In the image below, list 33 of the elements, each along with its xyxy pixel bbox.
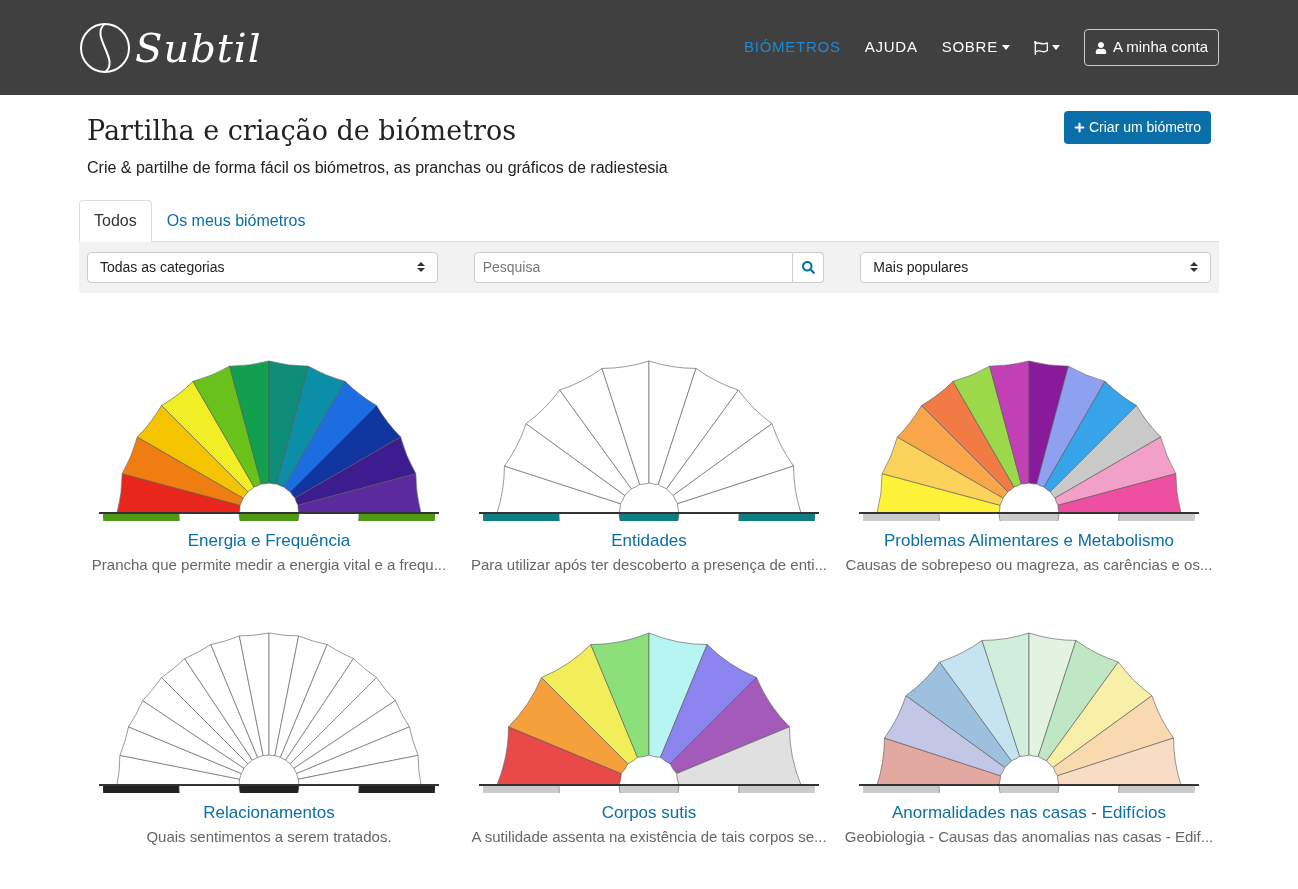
nav-link[interactable]: SOBRE xyxy=(941,36,1010,59)
card-title[interactable]: Energia e Frequência xyxy=(187,528,351,553)
account-button[interactable]: A minha conta xyxy=(1083,29,1219,66)
card-title[interactable]: Entidades xyxy=(611,528,687,553)
card-title[interactable]: Problemas Alimentares e Metabolismo xyxy=(883,528,1175,553)
card-title[interactable]: Relacionamentos xyxy=(203,800,335,825)
language-menu[interactable] xyxy=(1033,40,1060,55)
card-description: Prancha que permite medir a energia vital e a frequ... xyxy=(91,554,447,575)
logo-text[interactable]: Subtil xyxy=(135,17,262,78)
search-icon xyxy=(801,260,815,274)
card-description: Quais sentimentos a serem tratados. xyxy=(146,826,392,847)
select-arrows-icon xyxy=(416,261,425,273)
card-description: Causas de sobrepeso ou magreza, as carências e os... xyxy=(845,554,1213,575)
create-button[interactable]: Criar um biómetro xyxy=(1063,111,1211,144)
page-title: Partilha e criação de biómetros xyxy=(87,114,517,148)
plus-icon xyxy=(1073,122,1085,133)
page-subtitle: Crie & partilhe de forma fácil os biómetros, as pranchas ou gráficos de radiestesia xyxy=(87,157,668,178)
caret-icon xyxy=(1051,45,1060,50)
user-icon xyxy=(1094,41,1107,54)
tab[interactable]: Os meus biómetros xyxy=(151,199,321,242)
tab[interactable]: Todos xyxy=(79,199,152,242)
sort-select[interactable]: Mais populares xyxy=(860,251,1211,283)
flag-icon xyxy=(1033,40,1048,55)
search-button[interactable] xyxy=(793,251,825,283)
card-description: Geobiologia - Causas das anomalias nas casas - Edif... xyxy=(844,826,1214,847)
card-title[interactable]: Corpos sutis xyxy=(601,800,697,825)
category-select[interactable]: Todas as categorias xyxy=(87,251,438,283)
search-field[interactable]: Pesquisa xyxy=(473,251,794,283)
select-arrows-icon xyxy=(1190,261,1198,273)
card-description: A sutilidade assenta na existência de tais corpos se... xyxy=(471,826,827,847)
card-title[interactable]: Anormalidades nas casas - Edifícios xyxy=(892,800,1166,825)
nav-link[interactable]: AJUDA xyxy=(864,36,918,59)
card-description: Para utilizar após ter descoberto a presença de enti... xyxy=(470,554,827,575)
